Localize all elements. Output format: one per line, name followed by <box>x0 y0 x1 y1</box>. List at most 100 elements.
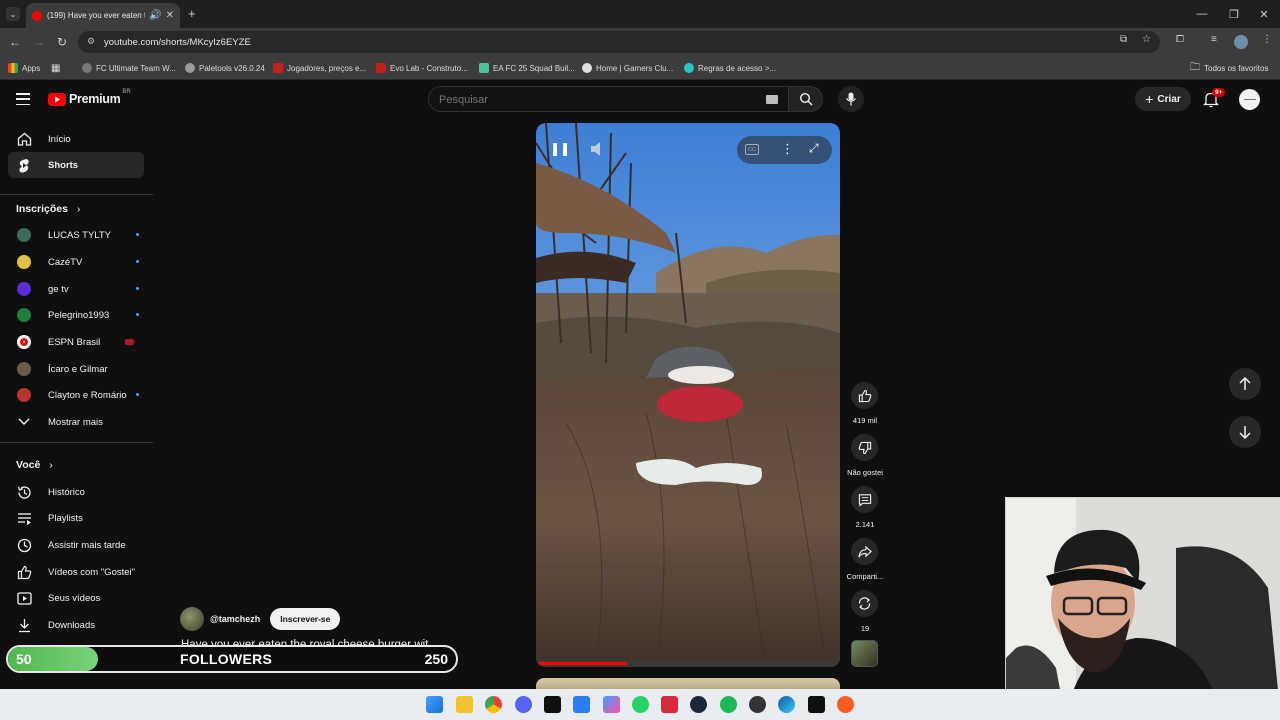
discord-icon[interactable] <box>515 696 532 713</box>
minimize-icon[interactable]: — <box>1186 0 1218 28</box>
snipping-tool-icon[interactable] <box>603 696 620 713</box>
captions-icon[interactable]: CC <box>745 144 759 155</box>
subscriptions-heading[interactable]: Inscrições › <box>16 203 80 215</box>
video-progress-bar[interactable] <box>536 662 628 665</box>
sidebar-show-more[interactable]: Mostrar mais <box>8 409 144 435</box>
browser-tab-active[interactable]: (199) Have you ever eaten t 🔊 ✕ <box>26 3 180 28</box>
account-avatar[interactable] <box>1239 89 1260 110</box>
app-red-icon[interactable] <box>661 696 678 713</box>
create-button[interactable]: + Criar <box>1135 87 1191 111</box>
sidebar-sub-pelegrino1993[interactable]: Pelegrino1993 <box>8 302 144 328</box>
youtube-header: Premium BR + Criar 9+ <box>0 81 1280 119</box>
more-options-icon[interactable]: ⋮ <box>781 141 794 157</box>
app-icon[interactable] <box>573 696 590 713</box>
sidebar-item-liked-videos[interactable]: Vídeos com "Gostei" <box>8 559 144 585</box>
browser-tab-strip: ⌄ (199) Have you ever eaten t 🔊 ✕ + — ❐ … <box>0 0 1280 28</box>
menu-icon[interactable] <box>16 93 30 105</box>
channel-avatar[interactable] <box>180 607 204 631</box>
steam-icon[interactable] <box>690 696 707 713</box>
extensions-icon[interactable]: ⧠ <box>1176 34 1184 45</box>
sidebar-item-downloads[interactable]: Downloads <box>8 612 144 638</box>
futbin-icon <box>273 63 283 73</box>
sidebar-sub-lucas-tylty[interactable]: LUCAS TYLTY <box>8 222 144 248</box>
sidebar-item-shorts[interactable]: Shorts <box>8 152 144 178</box>
share-button[interactable] <box>851 538 878 565</box>
youtube-premium-logo[interactable]: Premium BR <box>48 89 131 106</box>
new-tab-icon[interactable]: + <box>188 6 196 21</box>
forward-icon[interactable]: → <box>31 34 47 50</box>
sidebar-item-home[interactable]: Início <box>8 126 144 152</box>
channel-handle[interactable]: @tamchezh <box>210 614 260 624</box>
url-text: youtube.com/shorts/MKcyIz6EYZE <box>104 36 251 48</box>
profile-avatar[interactable] <box>1234 35 1248 49</box>
whatsapp-icon[interactable] <box>632 696 649 713</box>
epic-games-icon[interactable] <box>808 696 825 713</box>
bookmark-all[interactable]: 🗀 Todos os favoritos <box>1190 60 1268 76</box>
app-orange-icon[interactable] <box>837 696 854 713</box>
sidebar-item-playlists[interactable]: Playlists <box>8 505 144 531</box>
chrome-icon[interactable] <box>485 696 502 713</box>
back-icon[interactable]: ← <box>7 34 23 50</box>
reload-icon[interactable]: ↻ <box>54 34 70 50</box>
sidebar-item-watch-later[interactable]: Assistir mais tarde <box>8 532 144 558</box>
shorts-video-player[interactable]: CC ⋮ ⤢ <box>536 123 840 667</box>
obs-icon[interactable] <box>749 696 766 713</box>
voice-search-button[interactable] <box>838 86 864 112</box>
url-bar[interactable]: ⚙ youtube.com/shorts/MKcyIz6EYZE <box>78 31 1160 53</box>
next-short-button[interactable] <box>1229 416 1261 448</box>
sidebar-item-history[interactable]: Histórico <box>8 479 144 505</box>
comments-button[interactable] <box>851 486 878 513</box>
like-button[interactable] <box>851 382 878 409</box>
remix-icon <box>858 597 871 610</box>
reading-list-icon[interactable]: ≡ <box>1211 34 1217 45</box>
edge-icon[interactable] <box>778 696 795 713</box>
sound-thumbnail[interactable] <box>851 640 878 667</box>
sidebar-sub-cazetv[interactable]: CazéTV <box>8 249 144 275</box>
spotify-icon[interactable] <box>720 696 737 713</box>
bookmark-gamers-club[interactable]: Home | Gamers Clu... <box>582 60 673 76</box>
bookmark-regras[interactable]: Regras de acesso >... <box>684 60 776 76</box>
sidebar-item-your-videos[interactable]: Seus vídeos <box>8 585 144 611</box>
tab-search-icon[interactable]: ⌄ <box>6 7 20 21</box>
bookmark-paletools[interactable]: Paletools v26.0.24 <box>185 60 265 76</box>
audio-playing-icon[interactable]: 🔊 <box>149 10 161 21</box>
file-explorer-icon[interactable] <box>456 696 473 713</box>
sidebar-sub-espn-brasil[interactable]: ESPN Brasil <box>8 329 144 355</box>
bookmark-fc-ultimate[interactable]: FC Ultimate Team W... <box>82 60 176 76</box>
windows-start-icon[interactable] <box>426 696 443 713</box>
chrome-menu-icon[interactable]: ⋮ <box>1262 34 1272 45</box>
dislike-button[interactable] <box>851 434 878 461</box>
search-input[interactable] <box>439 92 759 108</box>
call-of-duty-icon[interactable] <box>544 696 561 713</box>
pause-icon[interactable] <box>553 141 567 159</box>
your-videos-icon <box>16 590 32 606</box>
sidebar-sub-icaro-gilmar[interactable]: Ícaro e Gilmar <box>8 356 144 382</box>
like-count: 419 mil <box>852 416 878 425</box>
restore-icon[interactable]: ❐ <box>1218 0 1250 28</box>
keyboard-icon[interactable] <box>766 95 778 104</box>
bookmark-grid-icon[interactable]: ▦ <box>51 60 60 76</box>
comment-count: 2.141 <box>855 520 875 529</box>
subscribe-button[interactable]: Inscrever-se <box>270 608 341 630</box>
notifications-button[interactable]: 9+ <box>1202 88 1226 113</box>
volume-icon[interactable] <box>590 141 606 162</box>
bookmark-evo-lab[interactable]: Evo Lab - Construto... <box>376 60 468 76</box>
bookmark-apps[interactable]: Apps <box>8 60 40 76</box>
bookmark-squad-builder[interactable]: EA FC 25 Squad Buil... <box>479 60 575 76</box>
remix-button[interactable] <box>851 590 878 617</box>
sidebar: Início Shorts Inscrições › LUCAS TYLTY C… <box>0 119 153 689</box>
history-icon <box>16 484 32 500</box>
bookmark-jogadores[interactable]: Jogadores, preços e... <box>273 60 366 76</box>
site-info-icon[interactable]: ⚙ <box>87 36 95 47</box>
you-heading[interactable]: Você › <box>16 459 53 471</box>
search-button[interactable] <box>789 86 823 112</box>
sidebar-sub-ge-tv[interactable]: ge tv <box>8 276 144 302</box>
previous-short-button[interactable] <box>1229 368 1261 400</box>
fullscreen-icon[interactable]: ⤢ <box>809 141 819 156</box>
bookmark-star-icon[interactable]: ☆ <box>1142 34 1151 45</box>
followers-label: FOLLOWERS <box>180 651 273 667</box>
sidebar-sub-clayton-romario[interactable]: Clayton e Romário <box>8 382 144 408</box>
install-app-icon[interactable]: ⧉ <box>1120 34 1127 45</box>
window-close-icon[interactable]: ✕ <box>1248 0 1280 28</box>
tab-close-icon[interactable]: ✕ <box>166 10 174 21</box>
